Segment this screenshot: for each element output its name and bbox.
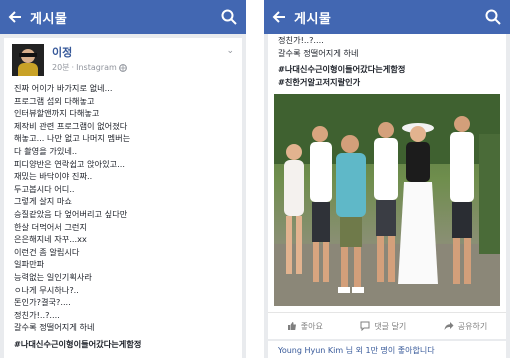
globe-icon bbox=[118, 63, 127, 72]
like-icon bbox=[287, 322, 296, 331]
post-text-line: 재밌는 바닥이야 진짜.. bbox=[14, 171, 93, 182]
post-text-line: 갈수록 정떨어지게 하네 bbox=[278, 47, 359, 58]
post-text-line: 정친가!..?.... bbox=[278, 35, 324, 45]
share-button[interactable]: 공유하기 bbox=[444, 321, 487, 332]
post-text: 정친가!..?.... 갈수록 정떨어지게 하네 bbox=[268, 34, 506, 61]
search-icon[interactable] bbox=[484, 8, 502, 26]
post-text: 진짜 어이가 바가지로 없네... 프로그램 섭외 다해놓고인터뷰할앤까지 다해놓… bbox=[4, 80, 242, 336]
post-card: 이정 20분 · Instagram ⌄ 진짜 어이가 바가지로 없네... 프로… bbox=[4, 38, 242, 358]
hashtag-link[interactable]: #친한거알고저지랄인가 bbox=[278, 76, 496, 89]
post-text-line: 해놓고... 나만 없고 나머지 멤버는 bbox=[14, 133, 131, 144]
post-source: Instagram bbox=[76, 63, 117, 72]
post-text-line: 제작비 관련 프로그램이 없어졌다 bbox=[14, 120, 128, 131]
chevron-down-icon[interactable]: ⌄ bbox=[226, 46, 234, 56]
post-text-line: 그렇게 살지 마쇼 bbox=[14, 196, 72, 207]
comment-label: 댓글 달기 bbox=[374, 321, 407, 331]
like-label: 좋아요 bbox=[300, 321, 323, 331]
likes-summary[interactable]: Young Hyun Kim 님 외 1만 명이 좋아합니다 bbox=[268, 341, 506, 358]
post-text-line: 일파만파 bbox=[14, 259, 45, 270]
left-screen: 게시물 이정 20분 · Instagram ⌄ 진짜 어이가 바가지로 없네.… bbox=[0, 0, 246, 358]
top-app-bar: 게시물 bbox=[264, 0, 510, 34]
post-header: 이정 20분 · Instagram ⌄ bbox=[4, 38, 242, 80]
post-actions-bar: 좋아요 댓글 달기 공유하기 bbox=[268, 312, 506, 339]
page-title: 게시물 bbox=[30, 11, 68, 27]
comment-button[interactable]: 댓글 달기 bbox=[360, 321, 406, 332]
post-text-line: 진짜 어이가 바가지로 없네... bbox=[14, 83, 113, 93]
post-text-line: 피디양반은 연락쉽고 앉아있고... bbox=[14, 158, 125, 169]
back-button[interactable] bbox=[264, 0, 294, 34]
hashtag-link[interactable]: #나대신수근이형이들어갔다는게함정 bbox=[278, 63, 496, 76]
post-text-line: 정친가!..?.... bbox=[14, 309, 60, 320]
post-meta: 이정 20분 · Instagram bbox=[52, 44, 127, 73]
share-label: 공유하기 bbox=[457, 321, 488, 331]
author-name[interactable]: 이정 bbox=[52, 44, 127, 60]
right-screen: 게시물 정친가!..?.... 갈수록 정떨어지게 하네 #나대신수근이형이들어갔… bbox=[264, 0, 510, 358]
post-text-line: 다 촬영을 가있네.. bbox=[14, 145, 78, 156]
dot-separator: · bbox=[71, 63, 75, 72]
hashtag-link[interactable]: #나대신수근이형이들어갔다는게함정 bbox=[14, 338, 232, 351]
back-arrow-icon bbox=[8, 11, 21, 23]
back-button[interactable] bbox=[0, 0, 30, 34]
post-text-line: 프로그램 섭외 다해놓고 bbox=[14, 95, 95, 106]
top-app-bar: 게시물 bbox=[0, 0, 246, 34]
post-text-line: 두고봅시다 어디.. bbox=[14, 183, 75, 194]
post-text-line: 이런건 좀 알립시다 bbox=[14, 246, 80, 257]
post-hashtag-block: #나대신수근이형이들어갔다는게함정 bbox=[4, 336, 242, 353]
post-text-line: ㅇ나게 무시하나?.. bbox=[14, 284, 79, 295]
post-text-line: 갈수록 정떨어지게 하네 bbox=[14, 322, 95, 333]
search-icon[interactable] bbox=[220, 8, 238, 26]
post-text-line: 한살 더먹어서 그런지 bbox=[14, 221, 87, 232]
post-text-line: 승질같았음 다 엎어버리고 싶다만 bbox=[14, 208, 128, 219]
group-photo-image bbox=[274, 94, 500, 307]
post-text-line: 돈인가?결국?.... bbox=[14, 297, 71, 308]
share-icon bbox=[444, 322, 454, 331]
back-arrow-icon bbox=[272, 11, 285, 23]
comment-icon bbox=[360, 321, 370, 332]
post-photo[interactable] bbox=[274, 94, 500, 307]
like-button[interactable]: 좋아요 bbox=[287, 321, 323, 332]
page-title: 게시물 bbox=[294, 11, 332, 27]
avatar[interactable] bbox=[12, 44, 44, 76]
post-text-line: 은은해지네 자꾸...xx bbox=[14, 234, 87, 245]
post-time: 20분 bbox=[52, 63, 70, 72]
post-card: 정친가!..?.... 갈수록 정떨어지게 하네 #나대신수근이형이들어갔다는게함… bbox=[268, 34, 506, 358]
post-subline: 20분 · Instagram bbox=[52, 62, 127, 73]
post-text-line: 능력없는 일인기획사라 bbox=[14, 271, 92, 282]
post-hashtags: #나대신수근이형이들어갔다는게함정 #친한거알고저지랄인가 bbox=[268, 61, 506, 90]
post-text-line: 인터뷰할앤까지 다해놓고 bbox=[14, 108, 100, 119]
